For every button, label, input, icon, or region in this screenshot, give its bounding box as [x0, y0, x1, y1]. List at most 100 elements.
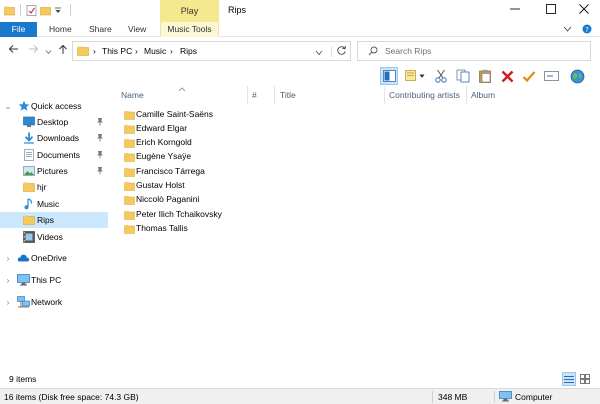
pictures-icon [23, 165, 35, 177]
address-row: › This PC › Music › Rips Search Rips [0, 38, 600, 64]
chevron-right-icon[interactable]: › [4, 254, 12, 263]
minimize-icon [510, 8, 520, 10]
search-box[interactable]: Search Rips [357, 41, 591, 61]
tab-home[interactable]: Home [49, 22, 72, 37]
pin-icon[interactable] [96, 133, 104, 144]
cut-button[interactable] [432, 67, 450, 85]
nav-item-pictures[interactable]: Pictures [0, 163, 108, 179]
tab-view[interactable]: View [128, 22, 146, 37]
chevron-right-icon[interactable]: › [4, 276, 12, 285]
forward-arrow-icon[interactable] [28, 44, 39, 57]
play-context-tab[interactable]: Play [160, 0, 219, 22]
status-bar: 9 items [0, 372, 600, 386]
check-button[interactable] [520, 67, 538, 85]
nav-label: Desktop [37, 117, 69, 127]
paste-button[interactable] [476, 67, 494, 85]
column-album[interactable]: Album [471, 90, 495, 100]
column-contributing-artists[interactable]: Contributing artists [389, 90, 460, 100]
nav-item-documents[interactable]: Documents [0, 147, 108, 163]
minimize-button[interactable] [498, 0, 532, 22]
tab-file[interactable]: File [0, 22, 37, 37]
location-label: Computer [515, 392, 553, 402]
scissors-icon [435, 69, 447, 83]
breadcrumb-this-pc[interactable]: This PC [102, 46, 132, 56]
list-item[interactable]: Francisco Tárrega [116, 165, 376, 179]
breadcrumb-rips[interactable]: Rips [180, 46, 197, 56]
preview-pane-button[interactable] [380, 67, 398, 85]
list-item[interactable]: Gustav Holst [116, 179, 376, 193]
maximize-button[interactable] [534, 0, 568, 22]
nav-item-quick-access[interactable]: ⌄ Quick access [0, 98, 108, 114]
preview-pane-icon [382, 70, 396, 82]
pin-icon[interactable] [96, 150, 104, 161]
star-icon [18, 100, 30, 112]
chevron-down-icon[interactable]: ⌄ [4, 102, 12, 111]
tab-share[interactable]: Share [89, 22, 112, 37]
help-icon[interactable]: ? [582, 24, 592, 36]
download-icon [23, 132, 35, 144]
recent-locations-icon[interactable] [45, 46, 52, 58]
address-dropdown-icon[interactable] [315, 48, 323, 58]
pin-icon[interactable] [96, 166, 104, 177]
folder-name: Thomas Tallis [136, 223, 188, 233]
nav-item-hjr[interactable]: hjr [0, 179, 108, 195]
list-item[interactable]: Peter Ilich Tchaikovsky [116, 208, 376, 222]
pin-icon[interactable] [96, 117, 104, 128]
rename-icon [543, 71, 559, 81]
search-icon [368, 46, 378, 58]
rename-button[interactable] [542, 67, 560, 85]
nav-item-videos[interactable]: Videos [0, 229, 108, 245]
layout-button[interactable] [402, 67, 428, 85]
nav-item-network[interactable]: › Network [0, 294, 108, 310]
delete-button[interactable] [498, 67, 516, 85]
column-name[interactable]: Name [121, 90, 144, 100]
column-number[interactable]: # [252, 90, 257, 100]
nav-label: Network [31, 297, 63, 307]
folder-icon [124, 124, 135, 134]
nav-item-desktop[interactable]: Desktop [0, 114, 108, 130]
column-divider[interactable] [466, 86, 467, 104]
list-item[interactable]: Erich Korngold [116, 136, 376, 150]
nav-label: This PC [31, 275, 62, 285]
properties-icon[interactable] [26, 4, 37, 16]
list-item[interactable]: Edward Elgar [116, 122, 376, 136]
list-item[interactable]: Niccolò Paganini [116, 193, 376, 207]
column-title[interactable]: Title [280, 90, 296, 100]
up-arrow-icon[interactable] [58, 44, 68, 58]
new-folder-icon[interactable] [40, 5, 51, 16]
nav-label: hjr [37, 182, 47, 192]
nav-item-music[interactable]: Music [0, 196, 108, 212]
checkmark-icon [522, 70, 536, 82]
refresh-icon[interactable] [336, 45, 347, 58]
command-toolbar [380, 65, 586, 87]
details-view-button[interactable] [562, 372, 576, 386]
nav-label: Music [37, 199, 60, 209]
list-item[interactable]: Eugène Ysaÿe [116, 150, 376, 164]
chevron-right-icon[interactable]: › [4, 298, 12, 307]
window-title: Rips [228, 5, 247, 15]
breadcrumb-separator-icon: › [135, 46, 138, 56]
folder-icon[interactable] [4, 5, 15, 16]
globe-button[interactable] [568, 67, 586, 85]
copy-button[interactable] [454, 67, 472, 85]
documents-icon [23, 149, 35, 161]
tab-music-tools[interactable]: Music Tools [160, 22, 219, 37]
search-input[interactable]: Search Rips [385, 46, 431, 56]
list-item[interactable]: Thomas Tallis [116, 222, 376, 236]
nav-item-onedrive[interactable]: › OneDrive [0, 250, 108, 266]
chevron-down-icon[interactable] [563, 25, 572, 35]
customize-qat-icon[interactable] [54, 5, 65, 16]
large-icons-view-button[interactable] [578, 372, 592, 386]
videos-icon [23, 231, 35, 243]
nav-item-downloads[interactable]: Downloads [0, 130, 108, 146]
nav-item-this-pc[interactable]: › This PC [0, 272, 108, 288]
column-divider[interactable] [247, 86, 248, 104]
close-button[interactable] [567, 0, 600, 22]
breadcrumb-music[interactable]: Music [144, 46, 166, 56]
column-divider[interactable] [274, 86, 275, 104]
column-divider[interactable] [384, 86, 385, 104]
back-arrow-icon[interactable] [8, 44, 19, 57]
address-bar[interactable]: › This PC › Music › Rips [72, 41, 351, 61]
list-item[interactable]: Camille Saint-Saëns [116, 108, 376, 122]
nav-item-rips[interactable]: Rips [0, 212, 108, 228]
